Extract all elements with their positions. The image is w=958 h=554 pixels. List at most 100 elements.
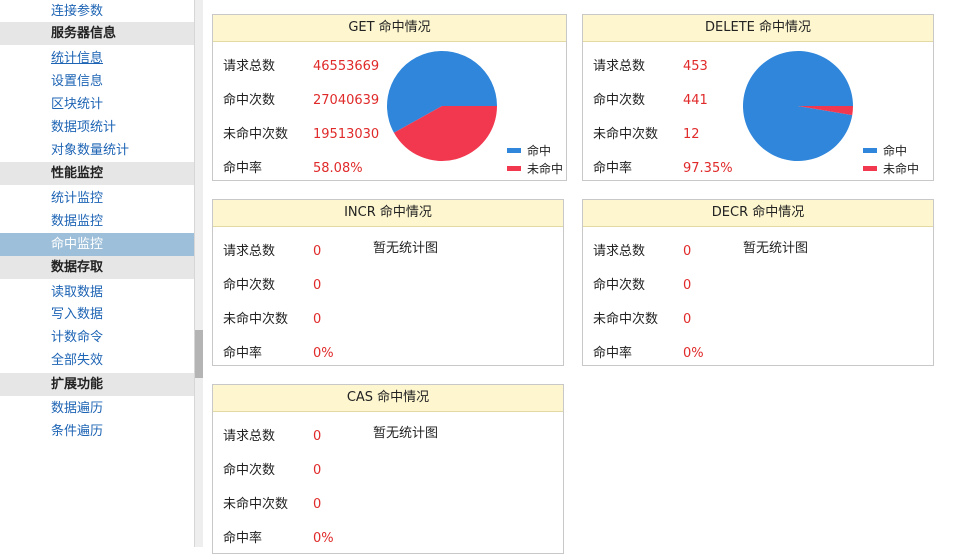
sidebar-item-label: 数据存取 xyxy=(51,260,104,275)
legend-item-miss: 未命中 xyxy=(507,160,563,178)
delete-hit-panel: DELETE 命中情况 请求总数 453 命中次数 441 未命中次数 12 命… xyxy=(582,14,934,181)
stat-label: 请求总数 xyxy=(223,429,276,444)
sidebar-item-label: 性能监控 xyxy=(51,166,104,181)
panel-title: DELETE 命中情况 xyxy=(583,15,933,42)
stat-label: 命中次数 xyxy=(223,93,276,108)
legend-swatch xyxy=(507,166,521,171)
stat-label: 命中率 xyxy=(593,161,633,176)
incr-hit-panel: INCR 命中情况 请求总数 0 命中次数 0 未命中次数 0 命中率 0% 暂… xyxy=(212,199,564,366)
stat-label: 未命中次数 xyxy=(223,127,289,142)
stat-value: 0% xyxy=(313,346,334,361)
stat-value: 0 xyxy=(313,497,322,512)
pie-legend: 命中 未命中 xyxy=(863,142,919,178)
panel-title: DECR 命中情况 xyxy=(583,200,933,227)
sidebar-item-10-active[interactable]: 命中监控 xyxy=(0,233,194,256)
get-hit-panel: GET 命中情况 请求总数 46553669 命中次数 27040639 未命中… xyxy=(212,14,567,181)
sidebar-scrollbar[interactable] xyxy=(194,0,203,547)
sidebar-item-18[interactable]: 条件遍历 xyxy=(0,420,194,443)
sidebar-item-label: 读取数据 xyxy=(51,285,104,300)
sidebar-item-label: 数据监控 xyxy=(51,214,104,229)
stat-label: 未命中次数 xyxy=(223,497,289,512)
sidebar-item-8[interactable]: 统计监控 xyxy=(0,187,194,210)
sidebar-item-3[interactable]: 设置信息 xyxy=(0,70,194,93)
sidebar-item-label: 全部失效 xyxy=(51,353,104,368)
sidebar-item-label: 写入数据 xyxy=(51,307,104,322)
sidebar-item-13[interactable]: 写入数据 xyxy=(0,303,194,326)
legend-label: 命中 xyxy=(527,144,552,158)
cas-hit-panel: CAS 命中情况 请求总数 0 命中次数 0 未命中次数 0 命中率 0% 暂无… xyxy=(212,384,564,554)
stat-value: 27040639 xyxy=(313,93,380,108)
stat-value: 0 xyxy=(683,278,692,293)
stat-label: 请求总数 xyxy=(223,244,276,259)
sidebar-section-header: 扩展功能 xyxy=(0,373,194,396)
sidebar-item-15[interactable]: 全部失效 xyxy=(0,349,194,372)
stat-label: 未命中次数 xyxy=(593,312,659,327)
stat-value: 0% xyxy=(683,346,704,361)
sidebar-item-label: 数据项统计 xyxy=(51,120,117,135)
pie-legend: 命中 未命中 xyxy=(507,142,563,178)
stat-label: 命中次数 xyxy=(223,278,276,293)
sidebar-section-header: 数据存取 xyxy=(0,256,194,279)
sidebar-item-label: 统计信息 xyxy=(51,51,104,66)
stat-label: 命中次数 xyxy=(223,463,276,478)
stat-label: 未命中次数 xyxy=(223,312,289,327)
no-chart-message: 暂无统计图 xyxy=(743,241,809,256)
legend-swatch xyxy=(507,148,521,153)
sidebar-item-label: 扩展功能 xyxy=(51,377,104,392)
scrollbar-thumb[interactable] xyxy=(195,330,203,378)
stat-label: 命中率 xyxy=(223,531,263,546)
decr-hit-panel: DECR 命中情况 请求总数 0 命中次数 0 未命中次数 0 命中率 0% 暂… xyxy=(582,199,934,366)
sidebar-item-label: 区块统计 xyxy=(51,97,104,112)
legend-item-hit: 命中 xyxy=(507,142,563,160)
sidebar-item-4[interactable]: 区块统计 xyxy=(0,93,194,116)
sidebar-item-14[interactable]: 计数命令 xyxy=(0,326,194,349)
stat-label: 命中次数 xyxy=(593,278,646,293)
delete-pie-chart xyxy=(743,50,853,161)
stat-value: 19513030 xyxy=(313,127,380,142)
stat-value: 0 xyxy=(313,463,322,478)
legend-label: 未命中 xyxy=(883,162,920,176)
sidebar-item-12[interactable]: 读取数据 xyxy=(0,281,194,304)
stat-label: 命中率 xyxy=(223,346,263,361)
pie-slice-hit xyxy=(743,50,853,161)
stat-label: 命中率 xyxy=(223,161,263,176)
no-chart-message: 暂无统计图 xyxy=(373,426,439,441)
stat-value: 0% xyxy=(313,531,334,546)
sidebar-item-label: 条件遍历 xyxy=(51,424,104,439)
legend-item-miss: 未命中 xyxy=(863,160,919,178)
legend-label: 命中 xyxy=(883,144,908,158)
stat-value: 12 xyxy=(683,127,700,142)
stat-value: 0 xyxy=(313,278,322,293)
legend-label: 未命中 xyxy=(527,162,564,176)
sidebar-item-0[interactable]: 连接参数 xyxy=(0,0,194,23)
stat-label: 未命中次数 xyxy=(593,127,659,142)
stat-value: 0 xyxy=(313,244,322,259)
stat-value: 58.08% xyxy=(313,161,363,176)
stat-value: 0 xyxy=(683,244,692,259)
sidebar-item-5[interactable]: 数据项统计 xyxy=(0,116,194,139)
sidebar: 连接参数服务器信息统计信息设置信息区块统计数据项统计对象数量统计 性能监控统计监控… xyxy=(0,0,194,547)
sidebar-item-label: 对象数量统计 xyxy=(51,143,130,158)
stat-label: 命中率 xyxy=(593,346,633,361)
sidebar-item-17[interactable]: 数据遍历 xyxy=(0,397,194,420)
sidebar-item-6[interactable]: 对象数量统计 xyxy=(0,139,194,162)
stat-value: 46553669 xyxy=(313,59,380,74)
sidebar-item-label: 设置信息 xyxy=(51,74,104,89)
stat-value: 97.35% xyxy=(683,161,733,176)
stat-value: 441 xyxy=(683,93,708,108)
sidebar-item-label: 服务器信息 xyxy=(51,26,117,41)
panel-title: GET 命中情况 xyxy=(213,15,566,42)
sidebar-item-label: 命中监控 xyxy=(51,237,104,252)
stat-label: 命中次数 xyxy=(593,93,646,108)
stat-value: 0 xyxy=(683,312,692,327)
sidebar-section-header: 服务器信息 xyxy=(0,22,194,45)
sidebar-item-label: 连接参数 xyxy=(51,4,104,19)
panel-title: INCR 命中情况 xyxy=(213,200,563,227)
sidebar-item-2[interactable]: 统计信息 xyxy=(0,47,194,70)
stat-value: 453 xyxy=(683,59,708,74)
sidebar-item-9[interactable]: 数据监控 xyxy=(0,210,194,233)
sidebar-item-label: 计数命令 xyxy=(51,330,104,345)
sidebar-item-label: 统计监控 xyxy=(51,191,104,206)
legend-swatch xyxy=(863,148,877,153)
sidebar-section-header: 性能监控 xyxy=(0,162,194,185)
